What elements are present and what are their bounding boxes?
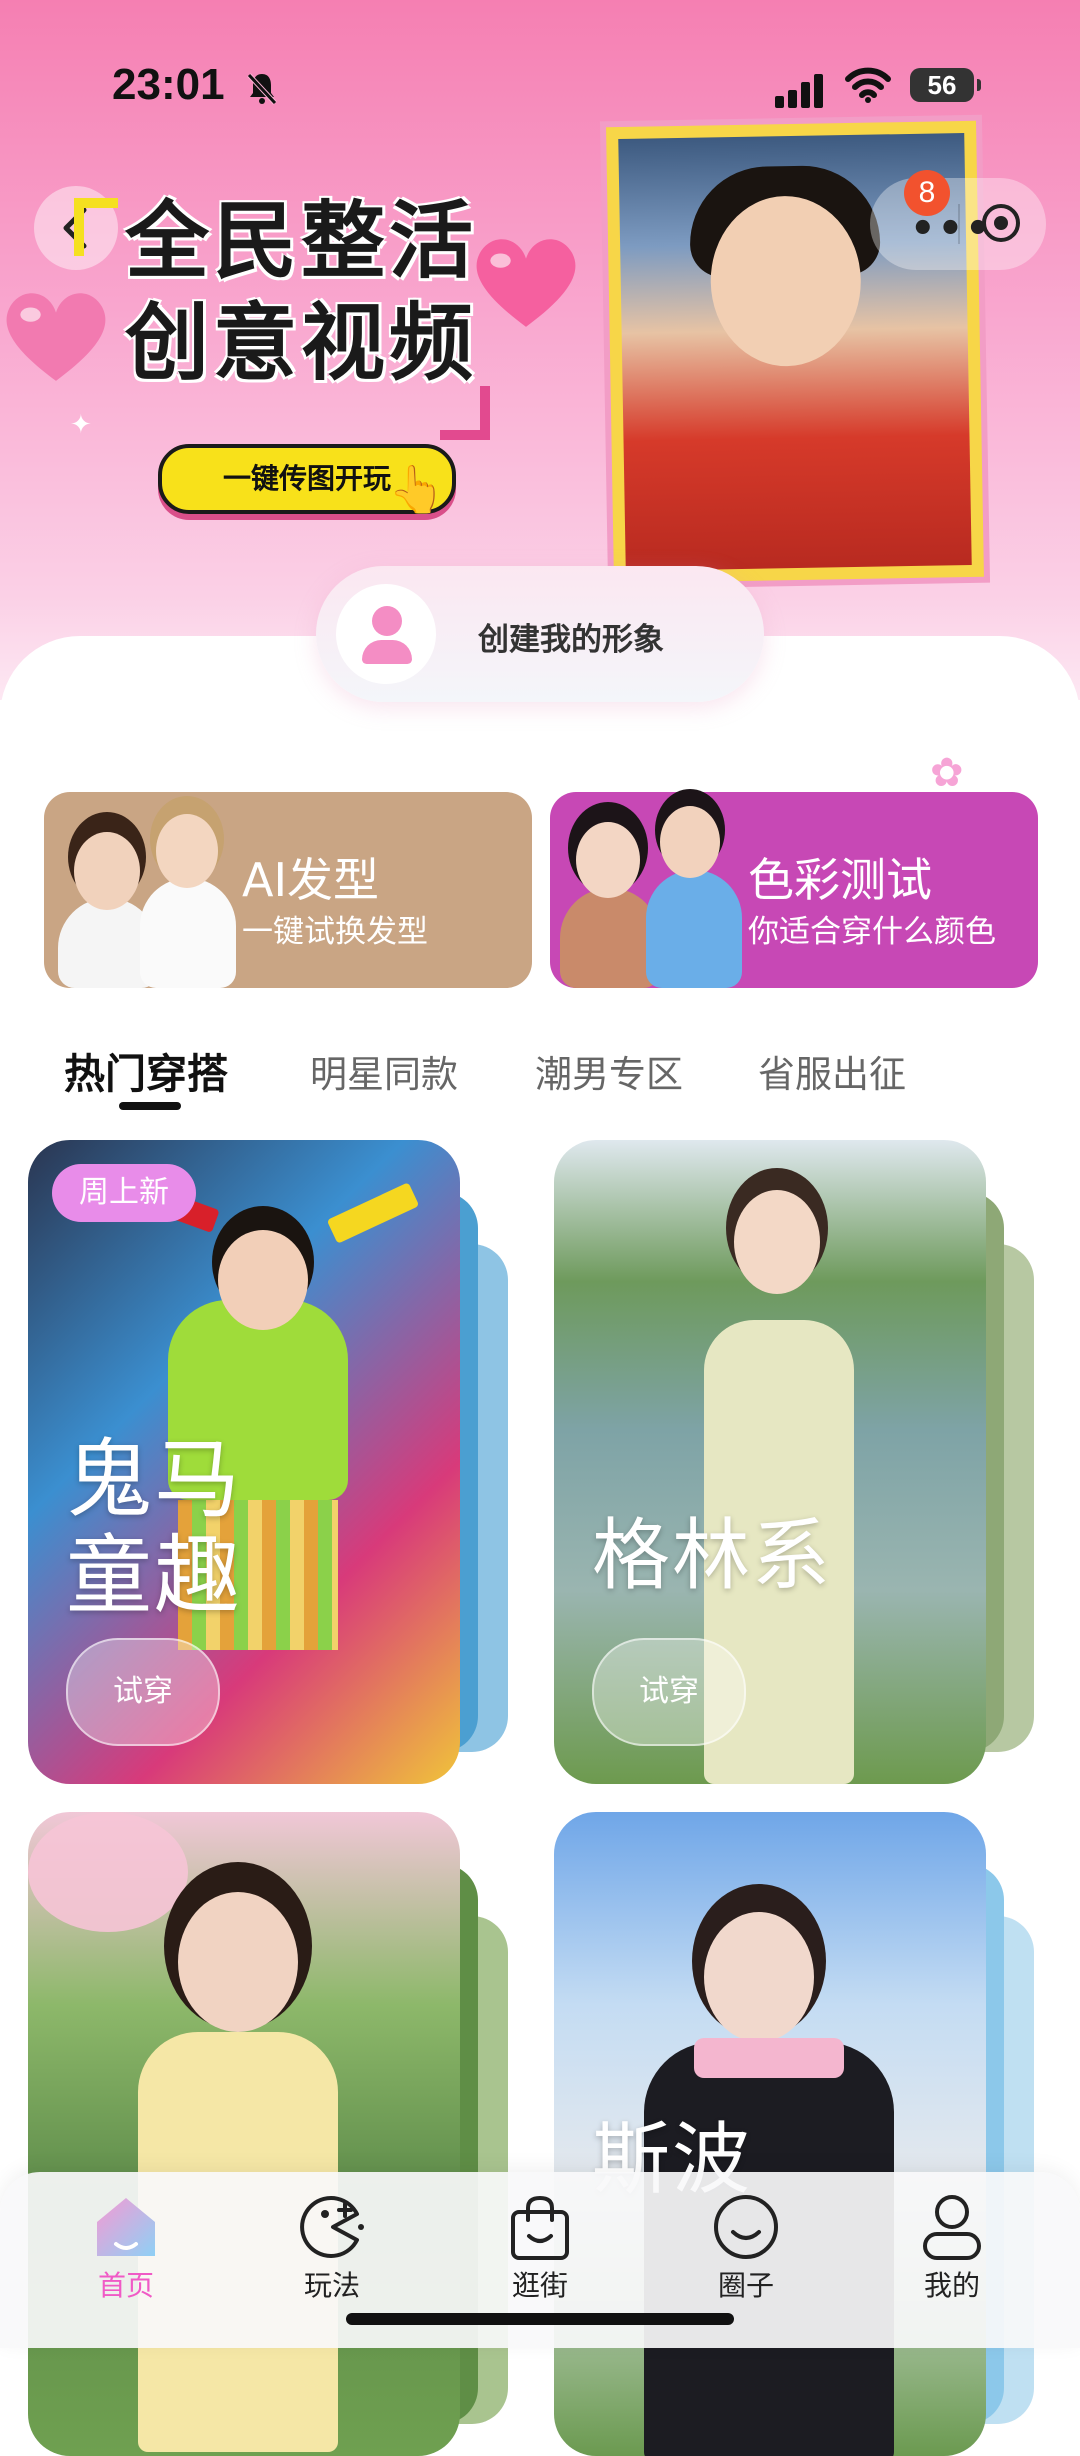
nav-circle[interactable]: 圈子 — [686, 2192, 806, 2304]
outfit-card[interactable]: 斯波 — [554, 1812, 1034, 2456]
try-on-button[interactable]: 试穿 — [592, 1638, 746, 1746]
ai-hairstyle-title: AI发型 — [242, 853, 380, 907]
tab-celebrity-style[interactable]: 明星同款 — [310, 1044, 458, 1098]
home-icon — [91, 2192, 161, 2262]
nav-shopping[interactable]: 逛街 — [480, 2192, 600, 2304]
battery-indicator: 56 — [910, 68, 981, 102]
nav-shopping-label: 逛街 — [511, 2269, 568, 2302]
wifi-icon — [845, 67, 891, 103]
banner-title-line1: 全民整活 — [125, 192, 478, 290]
color-test-card[interactable]: 色彩测试 你适合穿什么颜色 — [550, 792, 1038, 988]
create-avatar-button[interactable]: 创建我的形象 — [316, 566, 764, 702]
tab-hot-outfits[interactable]: 热门穿搭 — [64, 1040, 228, 1100]
outfit-name: 鬼马 童趣 — [66, 1430, 242, 1626]
smile-icon — [711, 2192, 781, 2262]
nav-profile[interactable]: 我的 — [892, 2192, 1012, 2304]
sparkle-icon: ✦ — [70, 410, 92, 440]
mini-program-capsule: ••• — [870, 178, 1046, 270]
category-tabs: 热门穿搭 明星同款 潮男专区 省服出征 — [0, 1044, 1080, 1104]
status-time: 23:01 — [112, 60, 225, 109]
flower-icon: ✿ — [930, 750, 964, 796]
status-bar: 23:01 56 — [0, 60, 1080, 120]
home-indicator[interactable] — [346, 2313, 734, 2325]
create-avatar-label: 创建我的形象 — [478, 622, 664, 658]
nav-play-label: 玩法 — [303, 2269, 360, 2302]
nav-home[interactable]: 首页 — [66, 2192, 186, 2304]
ai-hairstyle-card[interactable]: AI发型 一键试换发型 — [44, 792, 532, 988]
nav-profile-label: 我的 — [923, 2269, 980, 2302]
hairstyle-thumbnail — [44, 768, 254, 988]
tab-mens-zone[interactable]: 潮男专区 — [535, 1044, 683, 1098]
nav-play[interactable]: 玩法 — [272, 2192, 392, 2304]
title-bracket-right — [440, 386, 490, 440]
pacman-icon — [297, 2192, 367, 2262]
avatar-icon — [336, 584, 436, 684]
try-on-button[interactable]: 试穿 — [66, 1638, 220, 1746]
active-tab-indicator — [119, 1102, 181, 1110]
outfit-name: 格林系 — [592, 1511, 833, 1601]
banner-title-line2: 创意视频 — [125, 294, 478, 392]
banner-title: 全民整活 创意视频 — [85, 190, 505, 394]
outfit-card[interactable]: 格林系 试穿 — [554, 1140, 1034, 1784]
cellular-signal-icon — [775, 72, 827, 108]
pointing-hand-icon: 👆 — [388, 462, 446, 516]
nav-home-label: 首页 — [97, 2269, 154, 2302]
outfit-card[interactable]: 鬼马 童趣 试穿 周上新 — [28, 1140, 508, 1784]
outfit-card[interactable] — [28, 1812, 508, 2456]
notification-badge: 8 — [904, 170, 950, 216]
shopping-bag-icon — [505, 2192, 575, 2262]
new-this-week-badge: 周上新 — [52, 1164, 196, 1222]
nav-circle-label: 圈子 — [717, 2269, 774, 2302]
color-test-thumbnail — [550, 768, 760, 988]
close-target-icon[interactable] — [982, 204, 1020, 242]
ai-hairstyle-subtitle: 一键试换发型 — [242, 914, 428, 950]
color-test-subtitle: 你适合穿什么颜色 — [748, 914, 996, 950]
silent-bell-icon — [247, 73, 277, 105]
profile-icon — [917, 2192, 987, 2262]
tab-province-outfits[interactable]: 省服出征 — [758, 1044, 906, 1098]
color-test-title: 色彩测试 — [748, 853, 932, 907]
